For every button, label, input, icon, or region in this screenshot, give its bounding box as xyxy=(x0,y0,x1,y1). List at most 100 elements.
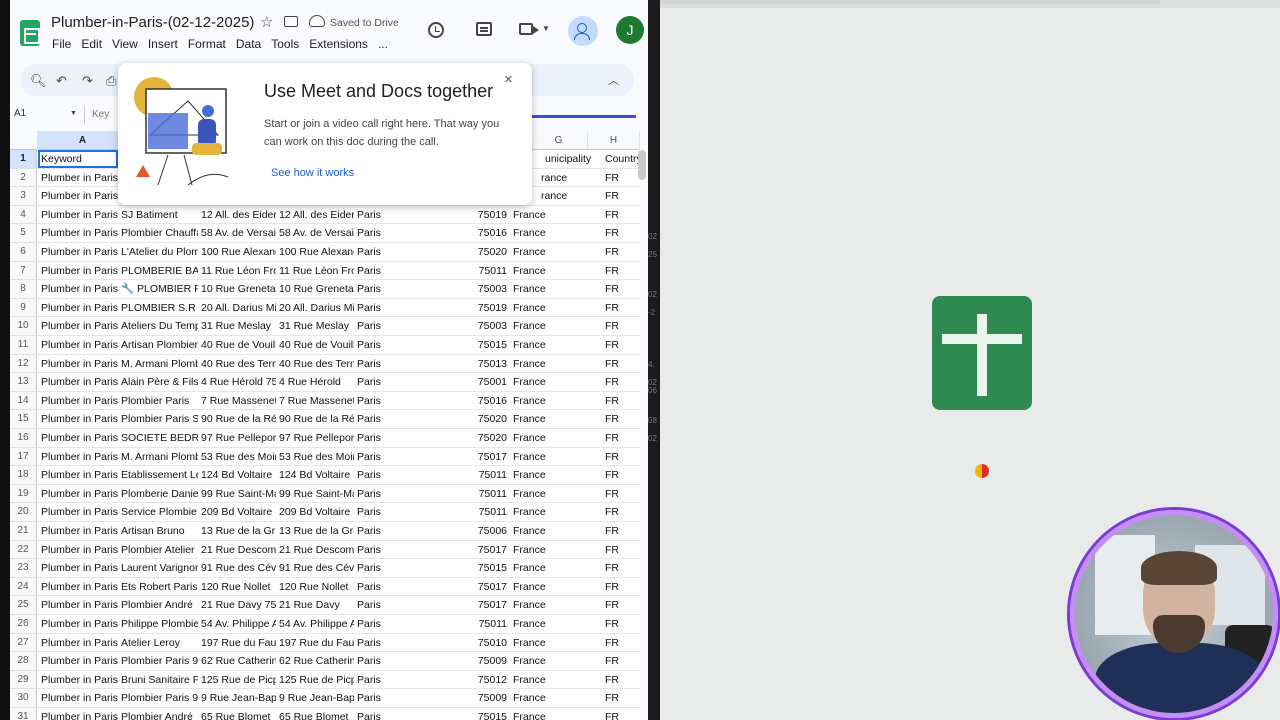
menu-format[interactable]: Format xyxy=(188,37,226,51)
cell-street[interactable]: 54 Av. Philippe A xyxy=(276,615,354,633)
cell-business-name[interactable]: Plombier Atelier xyxy=(118,541,198,559)
cell-address[interactable]: 58 Av. de Versail xyxy=(198,224,276,242)
row-header[interactable]: 27 xyxy=(10,633,37,653)
cell-country-code[interactable]: FR xyxy=(602,392,642,410)
meet-dropdown-icon[interactable]: ▼ xyxy=(542,24,550,33)
cell-postcode[interactable]: 75012 xyxy=(432,671,510,689)
cell-country-code[interactable]: FR xyxy=(602,615,642,633)
cell-address[interactable]: 62 Rue Catherin xyxy=(198,652,276,670)
cell-country-name[interactable]: France xyxy=(510,708,570,720)
cell-street[interactable]: 197 Rue du Faul xyxy=(276,634,354,652)
row-header[interactable]: 9 xyxy=(10,298,37,318)
cell-city[interactable]: Paris xyxy=(354,224,424,242)
cell-address[interactable]: 40 Rue des Tern xyxy=(198,355,276,373)
cell-keyword[interactable]: Plumber in Paris xyxy=(38,355,118,373)
name-box-dropdown-icon[interactable]: ▼ xyxy=(70,110,77,117)
undo-icon[interactable]: ↶ xyxy=(56,73,67,89)
cell-postcode[interactable]: 75015 xyxy=(432,708,510,720)
cell-street[interactable]: 4 Rue Hérold xyxy=(276,373,354,391)
cell-address[interactable]: 54 Av. Philippe A xyxy=(198,615,276,633)
account-avatar[interactable]: J xyxy=(616,16,644,44)
cell-country-code[interactable]: FR xyxy=(602,429,642,447)
row-header[interactable]: 7 xyxy=(10,261,37,281)
cell-keyword[interactable]: Plumber in Paris xyxy=(38,522,118,540)
cell-country-code[interactable]: FR xyxy=(602,299,642,317)
cell-city[interactable]: Paris xyxy=(354,243,424,261)
menu-file[interactable]: File xyxy=(52,37,71,51)
menu-tools[interactable]: Tools xyxy=(271,37,299,51)
cell-keyword[interactable]: Plumber in Paris xyxy=(38,429,118,447)
cell-business-name[interactable]: Plombier Paris 9 xyxy=(118,689,198,707)
cell-business-name[interactable]: Atelier Leroy xyxy=(118,634,198,652)
cell-keyword[interactable]: Plumber in Paris xyxy=(38,187,118,205)
cell-country-name[interactable]: France xyxy=(510,503,570,521)
cell-street[interactable]: 20 All. Darius Mi xyxy=(276,299,354,317)
cell-keyword[interactable]: Plumber in Paris xyxy=(38,485,118,503)
row-header[interactable]: 8 xyxy=(10,280,37,299)
cell-keyword[interactable]: Plumber in Paris xyxy=(38,373,118,391)
cell-business-name[interactable]: PLOMBIER S.R xyxy=(118,299,198,317)
cell-country-name[interactable]: France xyxy=(510,541,570,559)
formula-bar[interactable]: Key xyxy=(92,109,109,120)
cell-country-code[interactable]: FR xyxy=(602,410,642,428)
cell-street[interactable]: 58 Av. de Versail xyxy=(276,224,354,242)
cell-country-code[interactable]: FR xyxy=(602,596,642,614)
cell-street[interactable]: 97 Rue Pellepor xyxy=(276,429,354,447)
cell-city[interactable]: Paris xyxy=(354,262,424,280)
cell-city[interactable]: Paris xyxy=(354,206,424,224)
row-header[interactable]: 11 xyxy=(10,336,37,355)
row-header[interactable]: 18 xyxy=(10,466,37,485)
comments-icon[interactable] xyxy=(476,22,492,36)
cell-city[interactable]: Paris xyxy=(354,503,424,521)
cell-country-code[interactable]: FR xyxy=(602,708,642,720)
cell-address[interactable]: 120 Rue Nollet xyxy=(198,578,276,596)
cell-country-name[interactable]: rance xyxy=(538,187,598,205)
cell-city[interactable]: Paris xyxy=(354,615,424,633)
cell-keyword[interactable]: Plumber in Paris xyxy=(38,652,118,670)
search-menus-icon[interactable]: 🔍︎ xyxy=(30,73,47,89)
cell-city[interactable]: Paris xyxy=(354,652,424,670)
cell-business-name[interactable]: SJ Batiment xyxy=(118,206,198,224)
cell-postcode[interactable]: 75016 xyxy=(432,224,510,242)
row-header[interactable]: 30 xyxy=(10,689,37,708)
cell-postcode[interactable]: 75017 xyxy=(432,448,510,466)
cell-business-name[interactable]: Service Plombie xyxy=(118,503,198,521)
cell-address[interactable]: 99 Rue Saint-Ma xyxy=(198,485,276,503)
cell-business-name[interactable]: Alain Père & Fils xyxy=(118,373,198,391)
share-button[interactable] xyxy=(568,16,598,46)
cell-city[interactable]: Paris xyxy=(354,429,424,447)
row-header[interactable]: 6 xyxy=(10,243,37,262)
row-header[interactable]: 22 xyxy=(10,540,37,560)
cell-country-code[interactable]: FR xyxy=(602,262,642,280)
cell-country-name[interactable]: France xyxy=(510,355,570,373)
cell-postcode[interactable]: 75015 xyxy=(432,336,510,354)
cell-business-name[interactable]: Artisan Bruno xyxy=(118,522,198,540)
cell-keyword[interactable]: Plumber in Paris xyxy=(38,541,118,559)
cell-city[interactable]: Paris xyxy=(354,485,424,503)
cell-city[interactable]: Paris xyxy=(354,671,424,689)
row-header[interactable]: 24 xyxy=(10,577,37,597)
menu-extensions[interactable]: Extensions xyxy=(309,37,368,51)
cell-postcode[interactable]: 75017 xyxy=(432,596,510,614)
cell-city[interactable]: Paris xyxy=(354,596,424,614)
cell-business-name[interactable]: M. Armani Plomb xyxy=(118,448,198,466)
cell-postcode[interactable]: 75015 xyxy=(432,559,510,577)
cell-country-code[interactable]: FR xyxy=(602,336,642,354)
cell-postcode[interactable]: 75017 xyxy=(432,578,510,596)
cell-country-name[interactable]: France xyxy=(510,671,570,689)
row-header[interactable]: 19 xyxy=(10,484,37,504)
cell-street[interactable]: 40 Rue de Vouill xyxy=(276,336,354,354)
cell-country-name[interactable]: France xyxy=(510,317,570,335)
cell-postcode[interactable]: 75009 xyxy=(432,652,510,670)
cell-keyword[interactable]: Plumber in Paris xyxy=(38,578,118,596)
cell-country-name[interactable]: France xyxy=(510,392,570,410)
cell-keyword[interactable]: Plumber in Paris xyxy=(38,503,118,521)
cell-country-name[interactable]: France xyxy=(510,485,570,503)
row-header[interactable]: 16 xyxy=(10,429,37,448)
cell-city[interactable]: Paris xyxy=(354,317,424,335)
cell-city[interactable]: Paris xyxy=(354,708,424,720)
cell-address[interactable]: 12 All. des Eider xyxy=(198,206,276,224)
cell-country-name[interactable]: France xyxy=(510,224,570,242)
cell-country-name[interactable]: France xyxy=(510,578,570,596)
cell-street[interactable]: 209 Bd Voltaire xyxy=(276,503,354,521)
